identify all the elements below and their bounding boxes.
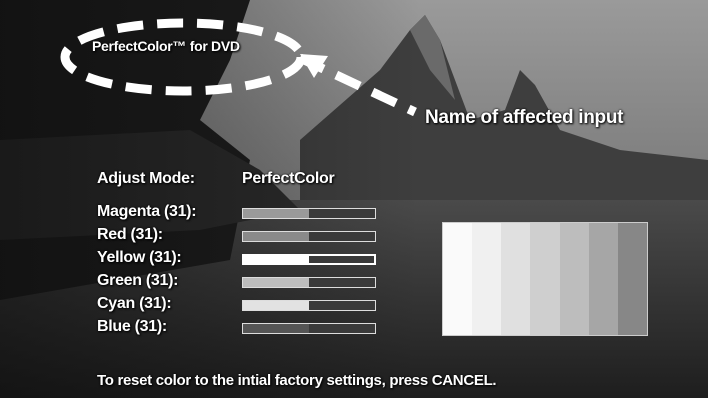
preview-swatch-bar — [472, 223, 502, 335]
preview-swatch-bar — [443, 223, 473, 335]
color-slider-track[interactable] — [242, 208, 376, 219]
adjust-mode-label: Adjust Mode: — [97, 170, 195, 187]
color-slider-fill — [243, 324, 309, 333]
scenery-background — [0, 0, 708, 398]
slider-label: Red (31): — [97, 226, 163, 243]
color-slider-fill — [243, 209, 309, 218]
color-slider-track[interactable] — [242, 323, 376, 334]
preview-swatch-bar — [530, 223, 560, 335]
color-slider-fill — [244, 256, 309, 263]
preview-swatch-bar — [588, 223, 618, 335]
color-slider-fill — [243, 301, 309, 310]
color-slider-fill — [243, 278, 309, 287]
callout-annotation-text: Name of affected input — [425, 107, 624, 128]
input-name-label: PerfectColor™ for DVD — [92, 38, 240, 54]
preview-swatch-bar — [501, 223, 531, 335]
color-slider-track[interactable] — [242, 300, 376, 311]
color-slider-track[interactable] — [242, 254, 376, 265]
adjust-mode-value[interactable]: PerfectColor — [242, 170, 335, 188]
slider-label: Cyan (31): — [97, 295, 172, 312]
slider-label: Green (31): — [97, 272, 179, 289]
color-slider-fill — [243, 232, 309, 241]
preview-swatch-bar — [559, 223, 589, 335]
slider-label: Magenta (31): — [97, 203, 197, 220]
preview-swatch-bar — [617, 223, 647, 335]
color-preview-swatch — [442, 222, 648, 336]
slider-label: Yellow (31): — [97, 249, 182, 266]
color-slider-track[interactable] — [242, 277, 376, 288]
tv-screen: PerfectColor™ for DVD Name of affected i… — [0, 0, 708, 398]
color-slider-track[interactable] — [242, 231, 376, 242]
reset-hint-text: To reset color to the intial factory set… — [97, 372, 497, 389]
slider-label: Blue (31): — [97, 318, 167, 335]
